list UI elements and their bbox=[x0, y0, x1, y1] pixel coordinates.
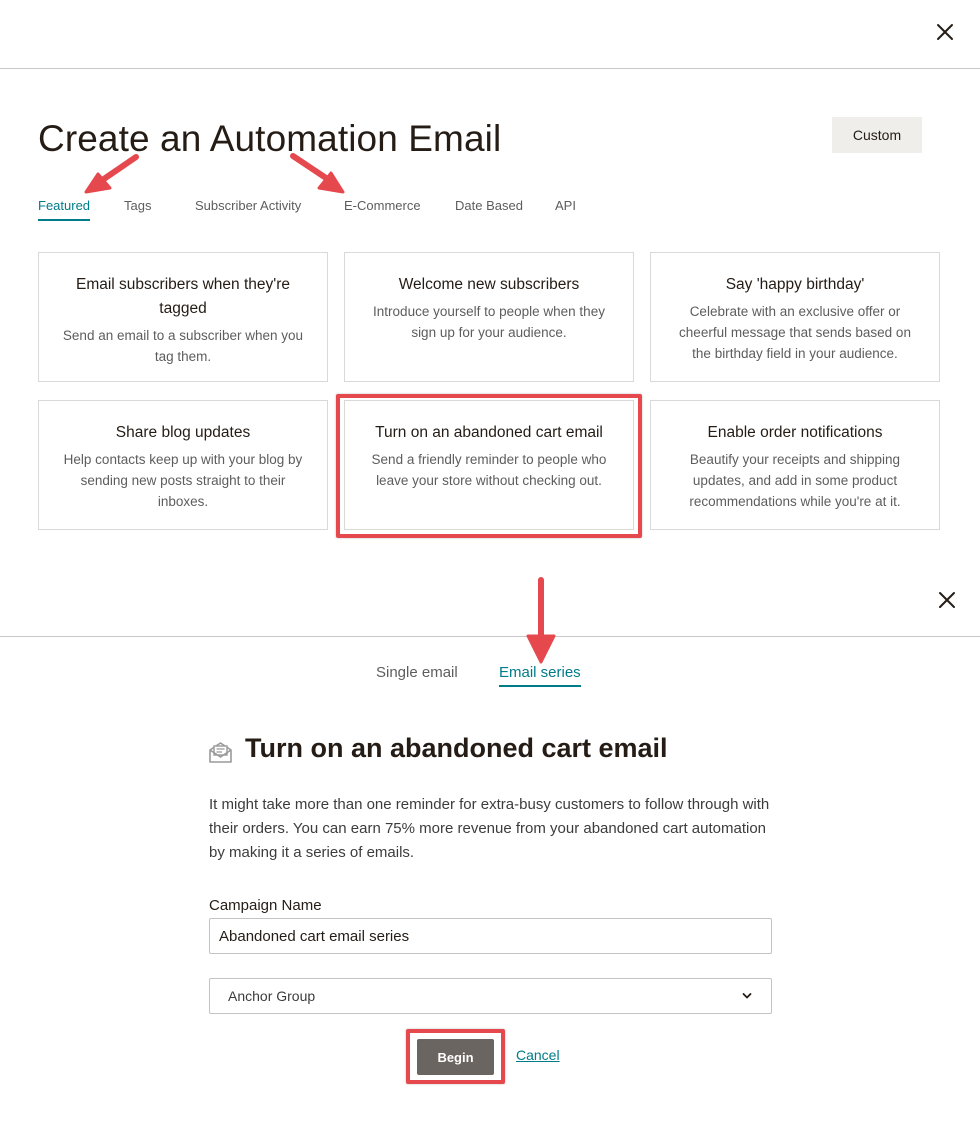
card-title: Share blog updates bbox=[115, 424, 251, 441]
card-abandoned-cart[interactable]: Turn on an abandoned cart email Send a f… bbox=[344, 400, 634, 530]
campaign-name-input[interactable] bbox=[209, 918, 772, 954]
card-description: Celebrate with an exclusive offer or che… bbox=[679, 304, 911, 361]
card-description: Send an email to a subscriber when you t… bbox=[62, 328, 304, 364]
tab-tags[interactable]: Tags bbox=[124, 198, 151, 219]
section-description: It might take more than one reminder for… bbox=[209, 796, 770, 861]
tab-single-email[interactable]: Single email bbox=[376, 664, 458, 685]
page-title: Create an Automation Email bbox=[38, 118, 502, 159]
annotation-arrow-email-series bbox=[526, 577, 556, 664]
envelope-open-icon bbox=[209, 742, 232, 763]
card-tagged[interactable]: Email subscribers when they're tagged Se… bbox=[38, 252, 328, 382]
tab-e-commerce[interactable]: E-Commerce bbox=[344, 198, 421, 219]
section-title: Turn on an abandoned cart email bbox=[245, 733, 668, 763]
close-icon[interactable] bbox=[933, 20, 957, 44]
close-icon[interactable] bbox=[935, 588, 959, 612]
tab-date-based[interactable]: Date Based bbox=[455, 198, 523, 219]
audience-select[interactable]: Anchor Group bbox=[209, 978, 772, 1014]
campaign-name-label: Campaign Name bbox=[209, 897, 322, 914]
header-divider bbox=[0, 68, 980, 69]
tab-featured[interactable]: Featured bbox=[38, 198, 91, 221]
tab-api[interactable]: API bbox=[555, 198, 576, 219]
cancel-link[interactable]: Cancel bbox=[516, 1047, 560, 1063]
chevron-down-icon bbox=[742, 993, 752, 999]
card-order-notifications[interactable]: Enable order notifications Beautify your… bbox=[650, 400, 940, 530]
card-title: Turn on an abandoned cart email bbox=[375, 424, 603, 441]
card-description: Introduce yourself to people when they s… bbox=[373, 304, 605, 340]
tab-email-series[interactable]: Email series bbox=[499, 664, 581, 687]
card-blog[interactable]: Share blog updates Help contacts keep up… bbox=[38, 400, 328, 530]
custom-button[interactable]: Custom bbox=[832, 117, 922, 153]
audience-select-value: Anchor Group bbox=[228, 988, 316, 1004]
card-title: Enable order notifications bbox=[707, 424, 883, 441]
card-title: Email subscribers when they're tagged bbox=[75, 276, 291, 317]
begin-button[interactable]: Begin bbox=[417, 1039, 494, 1075]
card-welcome[interactable]: Welcome new subscribers Introduce yourse… bbox=[344, 252, 634, 382]
card-birthday[interactable]: Say 'happy birthday' Celebrate with an e… bbox=[650, 252, 940, 382]
card-description: Beautify your receipts and shipping upda… bbox=[689, 452, 901, 509]
card-title: Say 'happy birthday' bbox=[725, 276, 865, 293]
header-divider bbox=[0, 636, 980, 637]
card-title: Welcome new subscribers bbox=[398, 276, 580, 293]
card-description: Help contacts keep up with your blog by … bbox=[63, 452, 303, 509]
card-description: Send a friendly reminder to people who l… bbox=[371, 452, 607, 488]
tab-subscriber-activity[interactable]: Subscriber Activity bbox=[195, 198, 301, 219]
